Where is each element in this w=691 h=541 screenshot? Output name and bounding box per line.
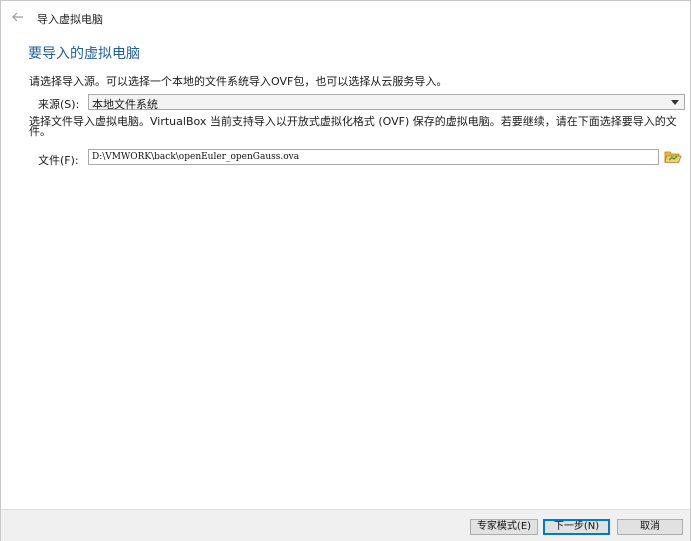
source-selected-value: 本地文件系统 <box>92 98 158 111</box>
import-info-text: 选择文件导入虚拟电脑。VirtualBox 当前支持导入以开放式虚拟化格式 (O… <box>29 115 677 138</box>
expert-mode-button[interactable]: 专家模式(E) <box>470 519 538 535</box>
source-description: 请选择导入源。可以选择一个本地的文件系统导入OVF包，也可以选择从云服务导入。 <box>29 75 448 88</box>
back-arrow-icon[interactable] <box>10 9 26 25</box>
source-label: 来源(S): <box>38 98 80 111</box>
window-title: 导入虚拟电脑 <box>37 13 103 26</box>
folder-open-icon[interactable] <box>664 149 682 165</box>
import-appliance-window: 导入虚拟电脑 要导入的虚拟电脑 请选择导入源。可以选择一个本地的文件系统导入OV… <box>0 0 691 541</box>
page-heading: 要导入的虚拟电脑 <box>28 46 140 62</box>
file-path-input[interactable] <box>88 149 659 165</box>
cancel-button[interactable]: 取消 <box>617 519 683 535</box>
title-bar: 导入虚拟电脑 <box>1 1 690 35</box>
next-button[interactable]: 下一步(N) <box>543 519 610 535</box>
chevron-down-icon <box>671 100 679 105</box>
source-dropdown[interactable]: 本地文件系统 <box>88 94 685 111</box>
button-bar: 专家模式(E) 下一步(N) 取消 <box>1 509 690 541</box>
file-label: 文件(F): <box>38 154 79 167</box>
